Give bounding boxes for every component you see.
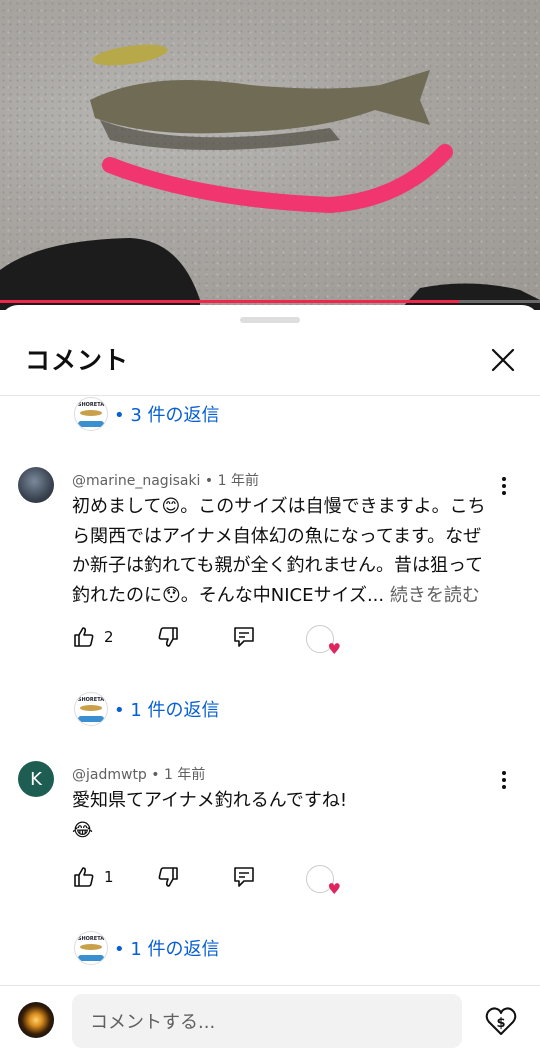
avatar-letter: K [30, 768, 42, 790]
close-icon [491, 348, 515, 372]
meta-separator: • [200, 473, 218, 489]
like-icon [74, 867, 94, 887]
reply-button[interactable] [232, 862, 256, 892]
creator-heart-badge: ♥ [306, 625, 341, 658]
dislike-button[interactable] [156, 622, 180, 652]
comment-actions: 2 ♥ [72, 622, 372, 658]
like-icon [74, 627, 94, 647]
creator-avatar: SHORETA [74, 692, 108, 726]
more-options-button[interactable] [494, 474, 514, 498]
like-count: 2 [104, 628, 114, 646]
close-button[interactable] [488, 345, 518, 375]
creator-logo-text: SHORETA [77, 402, 105, 408]
dislike-icon [158, 867, 178, 887]
replies-count-label: • 1 件の返信 [114, 700, 220, 721]
read-more-link[interactable]: 続きを読む [390, 585, 480, 606]
composer-divider [0, 985, 540, 986]
svg-text:$: $ [496, 1016, 505, 1031]
comment-text[interactable]: 初めまして😊。このサイズは自慢できますよ。こちら関西ではアイナメ自体幻の魚になっ… [72, 492, 492, 610]
dislike-button[interactable] [156, 862, 180, 892]
user-avatar[interactable]: K [18, 761, 54, 797]
sheet-title: コメント [25, 346, 130, 375]
comment-emoji: 😂 [72, 819, 94, 841]
comment-meta: @jadmwtp • 1 年前 [72, 764, 205, 784]
comment-body: 愛知県てアイナメ釣れるんですね! [72, 790, 348, 811]
super-thanks-icon: $ [485, 1007, 517, 1035]
user-avatar[interactable] [18, 467, 54, 503]
my-avatar [18, 1002, 54, 1038]
replies-toggle[interactable]: SHORETA • 3 件の返信 [74, 397, 220, 431]
comment-time: 1 年前 [164, 767, 206, 783]
super-thanks-button[interactable]: $ [484, 1004, 518, 1038]
creator-logo-text: SHORETA [77, 697, 105, 703]
heart-icon: ♥ [327, 880, 341, 898]
like-button[interactable]: 1 [72, 862, 114, 892]
comment-input-placeholder: コメントする... [90, 1012, 216, 1033]
reply-icon [234, 627, 254, 647]
comment-input[interactable]: コメントする... [72, 994, 462, 1048]
more-options-button[interactable] [494, 768, 514, 792]
dislike-icon [158, 627, 178, 647]
video-frame-art [0, 44, 540, 310]
comment-time: 1 年前 [217, 473, 259, 489]
comment-actions: 1 ♥ [72, 862, 372, 898]
drag-handle[interactable] [240, 317, 300, 323]
replies-count-label: • 3 件の返信 [114, 405, 220, 426]
comment-author[interactable]: @marine_nagisaki [72, 473, 200, 489]
comment-author[interactable]: @jadmwtp [72, 767, 147, 783]
meta-separator: • [146, 767, 164, 783]
comment-text[interactable]: 愛知県てアイナメ釣れるんですね! 😂 [72, 786, 492, 845]
replies-toggle[interactable]: SHORETA • 1 件の返信 [74, 931, 220, 965]
video-progress-bar[interactable] [0, 300, 540, 303]
like-button[interactable]: 2 [72, 622, 114, 652]
reply-button[interactable] [232, 622, 256, 652]
video-progress-fill [0, 300, 459, 303]
creator-logo-text: SHORETA [77, 936, 105, 942]
creator-avatar: SHORETA [74, 931, 108, 965]
video-player[interactable] [0, 0, 540, 310]
header-divider [0, 395, 540, 396]
creator-avatar: SHORETA [74, 397, 108, 431]
like-count: 1 [104, 868, 114, 886]
reply-icon [234, 867, 254, 887]
comment-meta: @marine_nagisaki • 1 年前 [72, 470, 259, 490]
replies-count-label: • 1 件の返信 [114, 939, 220, 960]
creator-heart-badge: ♥ [306, 865, 341, 898]
replies-toggle[interactable]: SHORETA • 1 件の返信 [74, 692, 220, 726]
heart-icon: ♥ [327, 640, 341, 658]
